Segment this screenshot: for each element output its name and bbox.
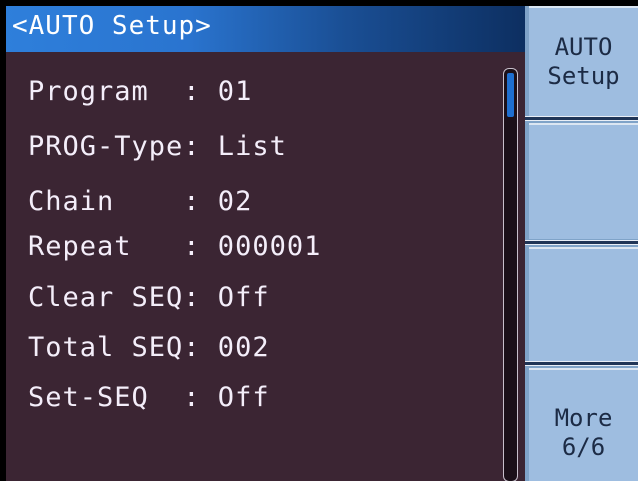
scrollbar-thumb[interactable] xyxy=(507,73,514,117)
softkey-more[interactable]: More 6/6 xyxy=(529,368,638,481)
param-prog-type[interactable]: PROG-Type: List xyxy=(28,131,287,162)
param-repeat[interactable]: Repeat : 000001 xyxy=(28,231,321,262)
softkey-2[interactable] xyxy=(529,123,638,239)
param-chain[interactable]: Chain : 02 xyxy=(28,186,252,217)
softkey-3[interactable] xyxy=(529,247,638,361)
param-set-seq[interactable]: Set-SEQ : Off xyxy=(28,382,270,413)
page-title: <AUTO Setup> xyxy=(12,11,212,41)
softkey-divider xyxy=(525,240,638,245)
title-bar: <AUTO Setup> xyxy=(6,6,525,52)
softkey-auto-setup-line1: AUTO xyxy=(554,33,613,61)
instrument-screen: <AUTO Setup> Program : 01 PROG-Type: Lis… xyxy=(6,6,638,481)
param-program[interactable]: Program : 01 xyxy=(28,76,252,107)
param-total-seq[interactable]: Total SEQ: 002 xyxy=(28,332,270,363)
softkey-more-line2: 6/6 xyxy=(561,432,606,461)
scrollbar[interactable] xyxy=(503,68,518,481)
softkey-panel: AUTO Setup More 6/6 xyxy=(525,6,638,481)
softkey-divider xyxy=(525,116,638,121)
param-clear-seq[interactable]: Clear SEQ: Off xyxy=(28,282,270,313)
softkey-divider xyxy=(525,361,638,366)
softkey-more-line1: More xyxy=(554,403,613,432)
softkey-auto-setup[interactable]: AUTO Setup xyxy=(529,6,638,116)
softkey-auto-setup-line2: Setup xyxy=(547,62,620,90)
